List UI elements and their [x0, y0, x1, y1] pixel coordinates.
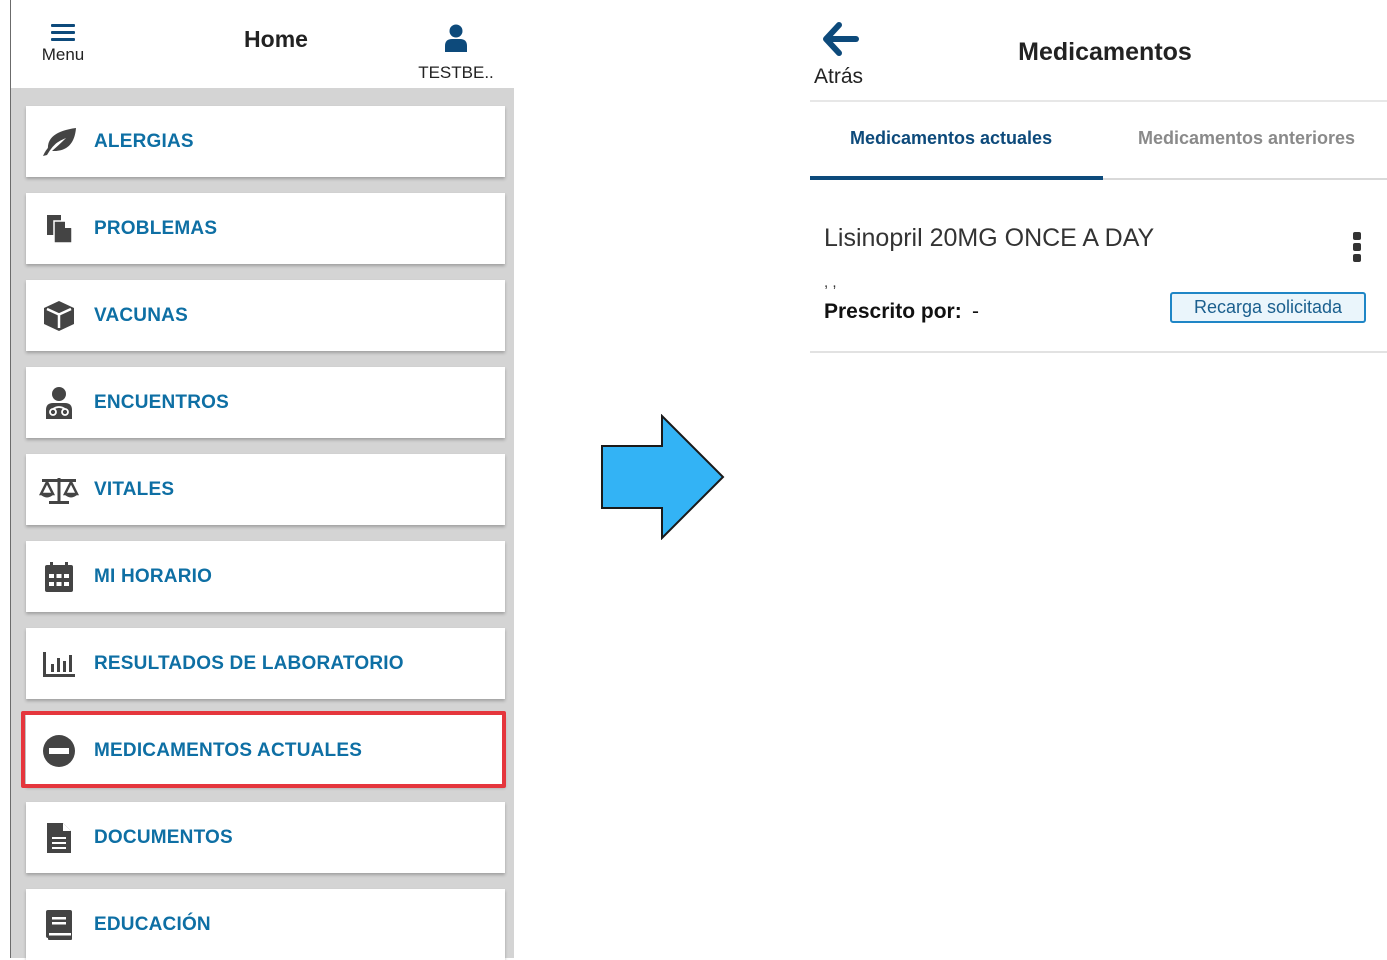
kebab-menu-icon[interactable] — [1347, 232, 1367, 268]
prescribed-by-label: Prescrito por: — [824, 300, 962, 323]
book-icon — [39, 905, 79, 945]
menu-item-label: PROBLEMAS — [94, 217, 218, 239]
doctor-icon — [39, 383, 79, 423]
medication-name: Lisinopril 20MG ONCE A DAY — [824, 224, 1155, 252]
page-title: Home — [244, 26, 308, 52]
arrow-left-icon — [823, 22, 859, 56]
leaf-icon — [39, 122, 79, 162]
menu-item-alergias[interactable]: ALERGIAS — [26, 106, 505, 177]
tab-medicamentos-actuales[interactable]: Medicamentos actuales — [850, 128, 1052, 149]
user-label: TESTBE.. — [418, 63, 494, 82]
menu-item-label: ENCUENTROS — [94, 391, 230, 413]
menu-item-label: ALERGIAS — [94, 130, 194, 152]
hamburger-icon — [51, 24, 75, 41]
active-tab-indicator — [810, 176, 1103, 180]
home-header: Menu Home TESTBE.. — [11, 0, 514, 88]
medication-dose-line: , , — [824, 274, 837, 291]
page-title: Medicamentos — [1018, 38, 1192, 66]
menu-item-label: DOCUMENTOS — [94, 826, 233, 848]
menu-item-label: EDUCACIÓN — [94, 913, 211, 935]
back-button[interactable]: Atrás — [814, 22, 878, 89]
tab-divider — [1103, 178, 1387, 180]
medications-screen: Atrás Medicamentos Medicamentos actuales… — [810, 0, 1387, 958]
header-divider — [810, 100, 1387, 102]
back-label: Atrás — [814, 65, 864, 88]
home-screen: Menu Home TESTBE.. ALERGIAS PROBLEMAS VA… — [0, 0, 516, 960]
menu-item-label: RESULTADOS DE LABORATORIO — [94, 652, 404, 674]
user-icon — [445, 24, 467, 52]
document-icon — [39, 818, 79, 858]
menu-item-label: VACUNAS — [94, 304, 188, 326]
menu-item-encuentros[interactable]: ENCUENTROS — [26, 367, 505, 438]
menu-item-mi-horario[interactable]: MI HORARIO — [26, 541, 505, 612]
prescribed-by-value: - — [972, 300, 979, 323]
bar-chart-icon — [39, 644, 79, 684]
menu-item-resultados-de-laboratorio[interactable]: RESULTADOS DE LABORATORIO — [26, 628, 505, 699]
menu-item-label: MI HORARIO — [94, 565, 213, 587]
menu-item-educacion[interactable]: EDUCACIÓN — [26, 889, 505, 960]
menu-button[interactable]: Menu — [39, 24, 87, 65]
right-arrow-icon — [601, 414, 725, 540]
menu-item-vacunas[interactable]: VACUNAS — [26, 280, 505, 351]
highlight-box — [21, 711, 506, 788]
menu-item-vitales[interactable]: VITALES — [26, 454, 505, 525]
tab-medicamentos-anteriores[interactable]: Medicamentos anteriores — [1138, 128, 1355, 149]
user-button[interactable]: TESTBE.. — [411, 24, 501, 83]
card-divider — [810, 351, 1387, 353]
menu-item-documentos[interactable]: DOCUMENTOS — [26, 802, 505, 873]
menu-item-problemas[interactable]: PROBLEMAS — [26, 193, 505, 264]
balance-scale-icon — [39, 470, 79, 510]
status-badge: Recarga solicitada — [1170, 292, 1366, 323]
cube-icon — [39, 296, 79, 336]
menu-list: ALERGIAS PROBLEMAS VACUNAS ENCUENTROS VI… — [11, 88, 514, 960]
files-icon — [39, 209, 79, 249]
menu-label: Menu — [41, 45, 85, 64]
calendar-icon — [39, 557, 79, 597]
menu-item-label: VITALES — [94, 478, 175, 500]
